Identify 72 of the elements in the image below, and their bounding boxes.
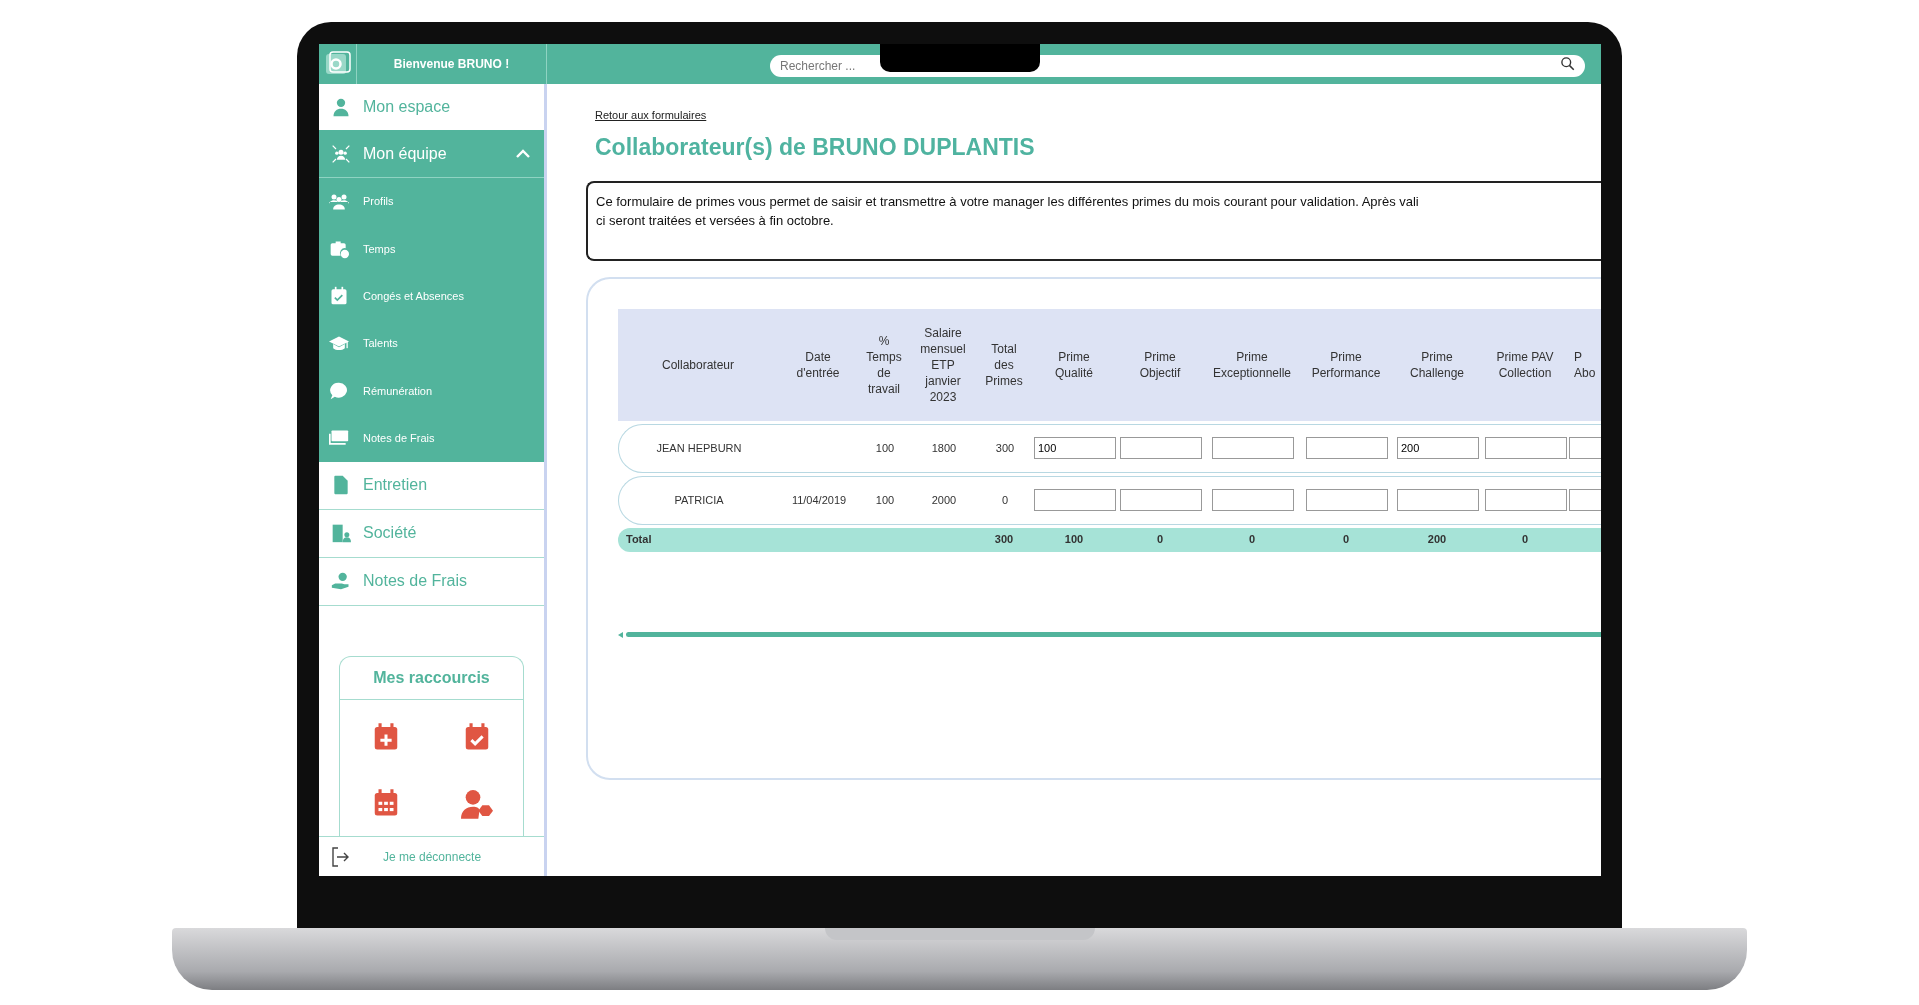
- submenu-item[interactable]: Temps: [319, 225, 544, 273]
- sidebar-item[interactable]: Mon équipe: [319, 130, 544, 178]
- table-cell: 0: [1342, 533, 1350, 546]
- column-header: Collaborateur: [661, 357, 734, 372]
- table-cell: 0: [1248, 533, 1256, 546]
- table-cell: 100: [875, 441, 895, 454]
- column-header: P Abo: [1574, 349, 1596, 380]
- submenu-item[interactable]: Congés et Absences: [319, 272, 544, 320]
- submenu-item[interactable]: Notes de Frais: [319, 414, 544, 462]
- submenu-item[interactable]: Talents: [319, 319, 544, 368]
- table-cell: JEAN HEPBURN: [656, 441, 742, 454]
- table-cell: 11/04/2019: [791, 493, 847, 506]
- logo-icon: [324, 51, 351, 77]
- table-cell: 0: [1001, 493, 1009, 506]
- welcome-text: Bienvenue BRUNO !: [357, 44, 547, 84]
- table-cell: 1800: [931, 441, 957, 454]
- table-cell: PATRICIA: [674, 493, 724, 506]
- document-icon: [331, 475, 351, 496]
- hand-coin-icon: [331, 571, 351, 592]
- input-field[interactable]: [1120, 437, 1202, 459]
- column-header: Prime Objectif: [1139, 349, 1181, 380]
- input-field[interactable]: 200: [1397, 437, 1479, 459]
- column-header: Prime Performance: [1311, 349, 1381, 380]
- page-title: Collaborateur(s) de BRUNO DUPLANTIS: [595, 133, 1036, 162]
- input-field[interactable]: [1306, 437, 1388, 459]
- input-field[interactable]: [1306, 489, 1388, 511]
- horizontal-scrollbar[interactable]: [626, 632, 1601, 637]
- input-field[interactable]: [1212, 437, 1294, 459]
- person-icon: [331, 97, 351, 117]
- input-field[interactable]: [1485, 437, 1567, 459]
- sidebar-item[interactable]: Entretien: [319, 461, 544, 510]
- column-header: Salaire mensuel ETP janvier 2023: [920, 325, 966, 404]
- building-icon: [331, 523, 351, 544]
- column-header: Date d'entrée: [796, 349, 840, 380]
- input-field[interactable]: [1485, 489, 1567, 511]
- column-header: Prime PAV Collection: [1496, 349, 1554, 380]
- submenu-item[interactable]: Rémunération: [319, 367, 544, 415]
- column-header: Prime Qualité: [1055, 349, 1093, 380]
- table-cell: 100: [1064, 533, 1084, 546]
- back-link[interactable]: Retour aux formulaires: [595, 107, 707, 124]
- notice-text: Ce formulaire de primes vous permet de saisir et transmettre à votre manager les différentes primes du mois courant pour validation. Après vali ci seront traitées et versées à fin octobre.: [596, 192, 1419, 230]
- table-cell: 0: [1156, 533, 1164, 546]
- submenu-item[interactable]: Profils: [319, 178, 544, 226]
- table-cell: 0: [1521, 533, 1529, 546]
- user-tag-icon[interactable]: [461, 788, 494, 820]
- table-cell: 200: [1427, 533, 1447, 546]
- table-cell: 300: [995, 441, 1015, 454]
- sidebar-item[interactable]: Société: [319, 509, 544, 558]
- input-field[interactable]: 100: [1034, 437, 1116, 459]
- column-header: % Temps de travail: [866, 333, 902, 396]
- table-cell: 300: [994, 533, 1014, 546]
- input-field[interactable]: [1212, 489, 1294, 511]
- chevron-icon: [516, 149, 530, 158]
- team-icon: [331, 143, 351, 164]
- column-header: Prime Exceptionnelle: [1212, 349, 1292, 380]
- logout-icon[interactable]: [331, 846, 349, 867]
- search-icon[interactable]: [1560, 56, 1575, 71]
- column-header: Prime Challenge: [1409, 349, 1464, 380]
- logout-link[interactable]: Je me déconnecte: [383, 847, 482, 866]
- speech-bubble-icon: [329, 380, 349, 401]
- sidebar-item[interactable]: Mon espace: [319, 84, 544, 130]
- shortcuts-title: Mes raccourcis: [340, 657, 523, 700]
- total-label: Total: [626, 533, 652, 546]
- scroll-left-icon[interactable]: [618, 631, 623, 638]
- input-field[interactable]: [1034, 489, 1116, 511]
- table-cell: 100: [875, 493, 895, 506]
- table-cell: 2000: [931, 493, 957, 506]
- input-field[interactable]: [1397, 489, 1479, 511]
- sidebar-item[interactable]: Notes de Frais: [319, 557, 544, 606]
- column-header: Total des Primes: [985, 341, 1023, 388]
- input-field[interactable]: [1120, 489, 1202, 511]
- calendar-check-icon: [329, 286, 349, 307]
